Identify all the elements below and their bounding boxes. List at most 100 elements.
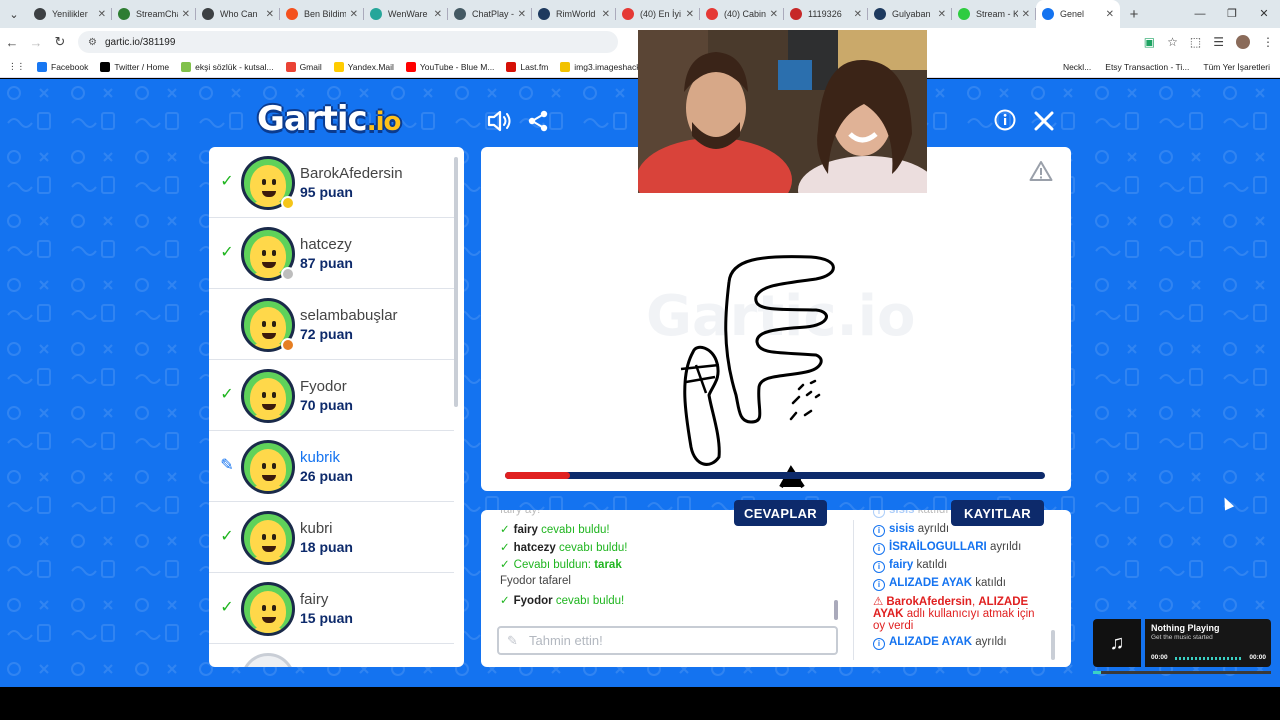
vote-kick-log: ⚠ BarokAfedersin, ALIZADE AYAK adlı kulla…	[873, 596, 1035, 632]
players-scrollbar[interactable]	[454, 157, 458, 407]
warning-icon: ⚠	[873, 596, 884, 608]
tab-close-icon[interactable]: ✕	[602, 9, 610, 20]
tab-favicon	[874, 8, 886, 20]
tab-title: (40) Cabin	[724, 9, 766, 19]
media-control-icon[interactable]: ☰	[1213, 35, 1224, 49]
report-warning-icon[interactable]	[1029, 160, 1053, 182]
player-row[interactable]: ✓ Fyodor 70 puan	[209, 360, 454, 431]
browser-tab[interactable]: Stream - K ✕	[952, 0, 1036, 28]
tab-favicon	[1042, 8, 1054, 20]
guess-input[interactable]: ✎ Tahmin ettin!	[497, 626, 838, 655]
bookmark-favicon	[506, 61, 517, 72]
extensions-icon[interactable]: ⬚	[1190, 35, 1201, 49]
player-row[interactable]: selambabuşlar 72 puan	[209, 289, 454, 360]
answer-line: fairy ay!	[500, 510, 541, 516]
tab-title: 1119326	[808, 9, 842, 19]
forward-icon[interactable]: →	[24, 35, 48, 50]
player-name: selambabuşlar	[300, 307, 398, 324]
player-row[interactable]: ✓ hatcezy 87 puan	[209, 218, 454, 289]
tab-close-icon[interactable]: ✕	[266, 9, 274, 20]
sound-icon[interactable]	[485, 107, 513, 135]
browser-tab[interactable]: 1119326 ✕	[784, 0, 868, 28]
browser-tab[interactable]: ChatPlay - ✕	[448, 0, 532, 28]
browser-tab[interactable]: Yenilikler ✕	[28, 0, 112, 28]
player-row[interactable]: ✓ kubri 18 puan	[209, 502, 454, 573]
tab-close-icon[interactable]: ✕	[350, 9, 358, 20]
tab-close-icon[interactable]: ✕	[770, 9, 778, 20]
restore-icon[interactable]: ❐	[1216, 0, 1248, 28]
apps-icon[interactable]: ⋮⋮	[8, 61, 25, 72]
logs-scrollbar[interactable]	[1051, 630, 1055, 660]
tab-title: Stream - K	[976, 9, 1018, 19]
site-info-icon[interactable]: ⚙	[88, 37, 97, 48]
player-name: hatcezy	[300, 236, 352, 253]
tab-favicon	[958, 8, 970, 20]
browser-tab[interactable]: (40) En İyi ✕	[616, 0, 700, 28]
drawing-canvas[interactable]: Gartic.io	[481, 147, 1071, 491]
bookmark-favicon	[405, 61, 416, 72]
webcam-overlay	[638, 30, 927, 193]
gartic-logo[interactable]: Gartic.io	[257, 99, 401, 139]
bookmark-item[interactable]: Facebook	[37, 61, 88, 72]
player-row[interactable]: ✓ BarokAfedersin 95 puan	[209, 147, 454, 218]
tab-close-icon[interactable]: ✕	[938, 9, 946, 20]
bookmark-favicon	[37, 61, 47, 72]
browser-tab[interactable]: Genel ✕	[1036, 0, 1120, 28]
info-icon[interactable]	[993, 108, 1017, 132]
check-icon: ✓	[500, 541, 510, 554]
music-note-icon[interactable]: ♫	[1093, 619, 1141, 667]
player-score: 70 puan	[300, 397, 353, 413]
tab-close-icon[interactable]: ✕	[518, 9, 526, 20]
info-icon: i	[873, 510, 885, 518]
guess-placeholder: Tahmin ettin!	[529, 633, 603, 648]
new-tab-button[interactable]: +	[1120, 6, 1148, 23]
answers-tab-button[interactable]: CEVAPLAR	[734, 500, 827, 526]
pencil-icon: ✎	[507, 633, 518, 648]
tab-close-icon[interactable]: ✕	[686, 9, 694, 20]
browser-tab[interactable]: (40) Cabin ✕	[700, 0, 784, 28]
browser-tab[interactable]: WenWare ✕	[364, 0, 448, 28]
minimize-icon[interactable]: —	[1184, 0, 1216, 28]
share-icon[interactable]	[525, 108, 551, 134]
answers-scrollbar[interactable]	[834, 600, 838, 620]
all-bookmarks-folder[interactable]: Tüm Yer İşaretleri	[1203, 62, 1270, 72]
tab-close-icon[interactable]: ✕	[1022, 9, 1030, 20]
tab-close-icon[interactable]: ✕	[98, 9, 106, 20]
reload-icon[interactable]: ↻	[48, 34, 72, 50]
tab-close-icon[interactable]: ✕	[434, 9, 442, 20]
rank-badge	[281, 267, 295, 281]
tab-close-icon[interactable]: ✕	[182, 9, 190, 20]
round-timer-fill	[505, 472, 570, 479]
menu-icon[interactable]: ⋮	[1262, 35, 1274, 49]
music-progress[interactable]	[1175, 657, 1241, 660]
player-row[interactable]: ✓ fairy 15 puan	[209, 573, 454, 644]
bookmark-item[interactable]: Yandex.Mail	[333, 61, 394, 72]
bookmark-item[interactable]: ekşi sözlük - kutsal...	[181, 61, 274, 72]
player-row[interactable]: ✎ kubrik 26 puan	[209, 431, 454, 502]
url-field[interactable]: ⚙ gartic.io/381199	[78, 31, 618, 53]
cast-icon[interactable]: ▣	[1144, 35, 1155, 49]
bookmark-item[interactable]: Gmail	[285, 61, 322, 72]
bookmark-item[interactable]: Twitter / Home	[100, 61, 169, 72]
browser-tab[interactable]: Who Can ✕	[196, 0, 280, 28]
back-icon[interactable]: ←	[0, 35, 24, 50]
tab-close-icon[interactable]: ✕	[854, 9, 862, 20]
bookmark-item[interactable]: Last.fm	[506, 61, 548, 72]
bookmark-item[interactable]: Etsy Transaction - Ti...	[1105, 62, 1189, 72]
tab-close-icon[interactable]: ✕	[1106, 9, 1114, 20]
browser-tab[interactable]: RimWorld ✕	[532, 0, 616, 28]
browser-tab[interactable]: Gulyaban ✕	[868, 0, 952, 28]
webcam-image	[638, 30, 927, 193]
close-game-icon[interactable]	[1031, 108, 1057, 134]
tab-search-icon[interactable]: ⌄	[0, 0, 28, 28]
browser-tab[interactable]: StreamCha ✕	[112, 0, 196, 28]
browser-tab[interactable]: Ben Bildim ✕	[280, 0, 364, 28]
bookmark-item[interactable]: Neckl...	[1063, 62, 1091, 72]
close-window-icon[interactable]: ✕	[1248, 0, 1280, 28]
player-score: 87 puan	[300, 255, 353, 271]
music-info: Nothing Playing Get the music started 00…	[1145, 619, 1271, 667]
logs-tab-button[interactable]: KAYITLAR	[951, 500, 1044, 526]
bookmark-star-icon[interactable]: ☆	[1167, 35, 1178, 49]
bookmark-item[interactable]: YouTube - Blue M...	[405, 61, 494, 72]
profile-avatar[interactable]	[1236, 35, 1250, 49]
